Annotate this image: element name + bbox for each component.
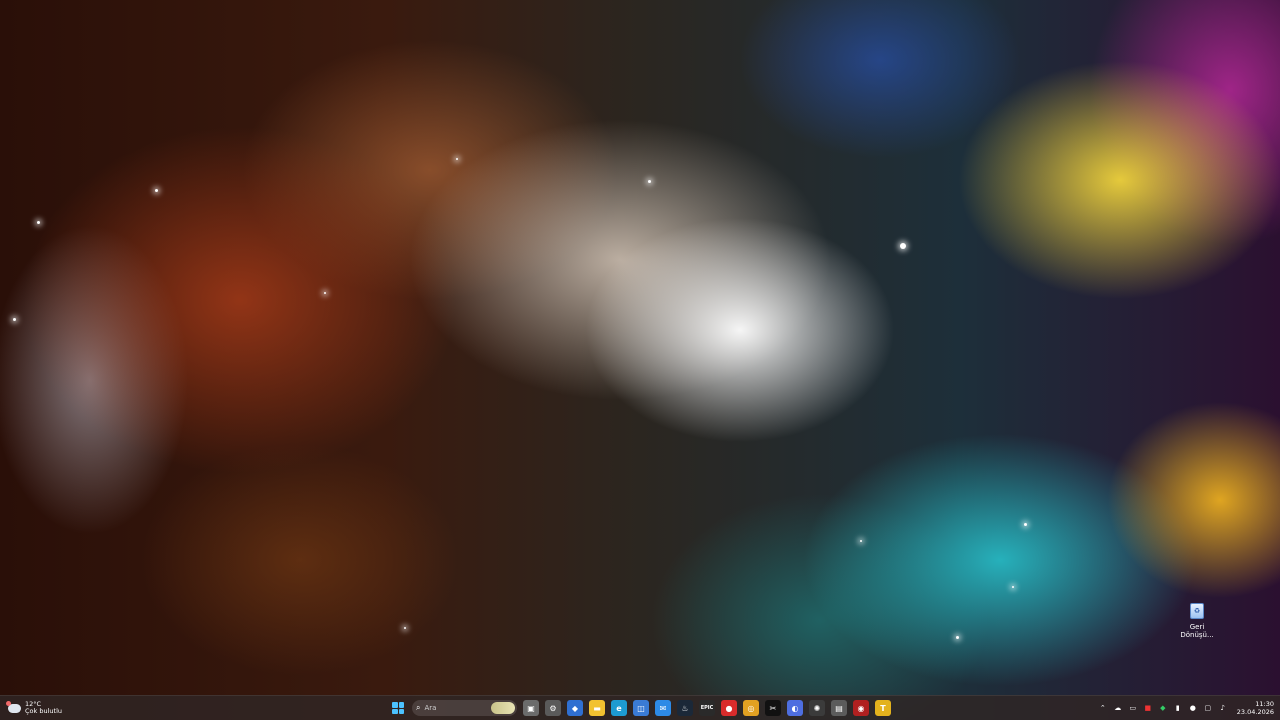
chatgpt-icon[interactable]: ✺ (809, 700, 825, 716)
cloud-icon (6, 700, 21, 713)
search-input[interactable]: ⌕ Ara (412, 700, 517, 716)
edge-icon[interactable]: e (611, 700, 627, 716)
photos-icon[interactable]: ◆ (567, 700, 583, 716)
chevron-up-icon[interactable]: ⌃ (1098, 703, 1108, 713)
search-icon: ⌕ (416, 703, 421, 712)
media-icon[interactable]: ◉ (853, 700, 869, 716)
copilot-icon[interactable]: ◐ (787, 700, 803, 716)
star (648, 180, 651, 183)
monitor-icon[interactable]: ▭ (1128, 703, 1138, 713)
star (860, 540, 862, 542)
star (1024, 523, 1027, 526)
clock[interactable]: 11:30 23.04.2026 (1237, 700, 1274, 716)
notepad-icon[interactable]: ▤ (831, 700, 847, 716)
star (13, 318, 16, 321)
star (155, 189, 158, 192)
start-button[interactable] (390, 700, 406, 716)
desktop-icon-recycle-bin[interactable]: ♻ Geri Dönüşü... (1178, 600, 1216, 639)
star (37, 221, 40, 224)
search-highlight-icon (491, 702, 515, 714)
windows-logo-icon (392, 702, 398, 708)
star (900, 243, 906, 249)
taskbar-center: ⌕ Ara ▣ ⚙ ◆ ▬ e ◫ ✉ ♨ EPIC ● ◎ ✂ ◐ ✺ ▤ ◉ T (390, 698, 891, 718)
onedrive-icon[interactable]: ☁ (1113, 703, 1123, 713)
tulpar-icon[interactable]: T (875, 700, 891, 716)
weather-widget[interactable]: 12°C Çok bulutlu (6, 698, 62, 718)
capcut-icon[interactable]: ✂ (765, 700, 781, 716)
speaker-icon[interactable]: ♪ (1218, 703, 1228, 713)
recycle-bin-icon: ♻ (1190, 603, 1204, 619)
windows-logo-icon (392, 708, 398, 714)
epic-games-icon[interactable]: EPIC (699, 700, 715, 716)
windows-logo-icon (398, 702, 404, 708)
file-explorer-icon[interactable]: ▬ (589, 700, 605, 716)
mic-icon[interactable]: ● (1188, 703, 1198, 713)
windows-logo-icon (398, 708, 404, 714)
star (324, 292, 326, 294)
taskbar: 12°C Çok bulutlu ⌕ Ara ▣ ⚙ ◆ ▬ e ◫ ✉ ♨ EPIC ● ◎ ✂ ◐ ✺… (0, 695, 1280, 720)
shield-icon[interactable]: ◆ (1158, 703, 1168, 713)
clock-time: 11:30 (1255, 700, 1274, 708)
star (1012, 586, 1014, 588)
record-icon[interactable]: ● (721, 700, 737, 716)
weather-condition: Çok bulutlu (25, 707, 62, 715)
battery-icon[interactable]: ▮ (1173, 703, 1183, 713)
system-tray: ⌃ ☁ ▭ ■ ◆ ▮ ● ▢ ♪ 11:30 23.04.2026 (1098, 698, 1274, 718)
steam-icon[interactable]: ♨ (677, 700, 693, 716)
chrome-icon[interactable]: ◎ (743, 700, 759, 716)
pinned-apps: ▣ ⚙ ◆ ▬ e ◫ ✉ ♨ EPIC ● ◎ ✂ ◐ ✺ ▤ ◉ T (523, 700, 891, 716)
wallpaper-stars (0, 0, 1280, 720)
desktop-icon-label: Geri Dönüşü... (1180, 623, 1214, 639)
store-icon[interactable]: ◫ (633, 700, 649, 716)
clock-date: 23.04.2026 (1236, 708, 1274, 716)
settings-icon[interactable]: ⚙ (545, 700, 561, 716)
star (456, 158, 458, 160)
mail-icon[interactable]: ✉ (655, 700, 671, 716)
app-red-icon[interactable]: ■ (1143, 703, 1153, 713)
star (956, 636, 959, 639)
task-view-icon[interactable]: ▣ (523, 700, 539, 716)
search-placeholder: Ara (424, 704, 437, 712)
star (404, 627, 406, 629)
display-icon[interactable]: ▢ (1203, 703, 1213, 713)
